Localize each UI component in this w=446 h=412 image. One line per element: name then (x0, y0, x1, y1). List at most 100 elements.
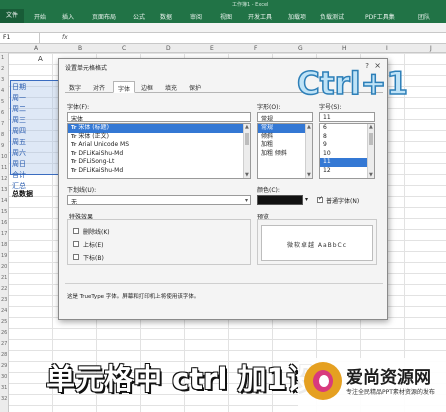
cell-sun[interactable]: 周日 (12, 159, 26, 169)
row-number[interactable]: 12 (1, 176, 7, 182)
font-list-scrollbar[interactable]: ▲ ▼ (243, 124, 250, 178)
tab-review[interactable]: 审阅 (190, 12, 202, 21)
subscript-checkbox[interactable] (73, 254, 79, 260)
row-number[interactable]: 10 (1, 154, 7, 160)
cell-fri[interactable]: 周五 (12, 137, 26, 147)
row-number[interactable]: 4 (1, 88, 4, 94)
row-number[interactable]: 3 (1, 77, 4, 83)
cell-header-a[interactable]: A (38, 55, 43, 63)
size-input[interactable]: 11 (319, 112, 375, 122)
scroll-up-icon[interactable]: ▲ (307, 124, 311, 130)
cell-thu[interactable]: 周四 (12, 126, 26, 136)
row-number[interactable]: 6 (1, 110, 4, 116)
size-list-scrollbar[interactable]: ▲ ▼ (367, 124, 374, 178)
row-number[interactable]: 27 (1, 341, 7, 347)
list-item[interactable]: 6 (320, 124, 374, 133)
row-number[interactable]: 11 (1, 165, 7, 171)
cell-tue[interactable]: 周二 (12, 104, 26, 114)
list-item[interactable]: 9 (320, 141, 374, 150)
tab-file[interactable]: 文件 (0, 9, 24, 23)
row-number[interactable]: 25 (1, 319, 7, 325)
list-item[interactable]: Tr DFLiKaiShu-Md (68, 167, 250, 176)
list-item[interactable]: Tr DFLiSong-Lt (68, 158, 250, 167)
cell-total[interactable]: 合计 (12, 170, 26, 180)
row-number[interactable]: 5 (1, 99, 4, 105)
row-number[interactable]: 16 (1, 220, 7, 226)
font-input[interactable]: 宋体 (67, 112, 251, 122)
row-number[interactable]: 22 (1, 286, 7, 292)
fx-icon[interactable]: fx (62, 33, 68, 41)
cell-sat[interactable]: 周六 (12, 148, 26, 158)
tab-font[interactable]: 字体 (113, 81, 136, 93)
row-number[interactable]: 20 (1, 264, 7, 270)
scroll-up-icon[interactable]: ▲ (245, 124, 249, 130)
row-number[interactable]: 18 (1, 242, 7, 248)
tab-protection[interactable]: 保护 (185, 81, 205, 93)
style-list[interactable]: 常规 倾斜 加粗 加粗 倾斜 ▲ ▼ (257, 123, 313, 179)
cell-wed[interactable]: 周三 (12, 115, 26, 125)
normal-font-checkbox[interactable] (317, 195, 323, 203)
list-item[interactable]: 11 (320, 158, 374, 167)
list-item[interactable]: Tr 宋体 (标题) (68, 124, 250, 133)
row-number[interactable]: 8 (1, 132, 4, 138)
style-list-scrollbar[interactable]: ▲ ▼ (305, 124, 312, 178)
scroll-down-icon[interactable]: ▼ (245, 172, 249, 178)
list-item[interactable]: 8 (320, 133, 374, 142)
cell-mon[interactable]: 周一 (12, 93, 26, 103)
cell-total-data[interactable]: 总数据 (12, 189, 33, 199)
row-number[interactable]: 15 (1, 209, 7, 215)
row-number[interactable]: 26 (1, 330, 7, 336)
row-number[interactable]: 1 (1, 55, 4, 61)
column-header[interactable]: G (298, 45, 303, 52)
list-item[interactable]: Tr 宋体 (正文) (68, 133, 250, 142)
list-item[interactable]: Tr Arial Unicode MS (68, 141, 250, 150)
color-picker[interactable] (257, 195, 303, 205)
tab-page-layout[interactable]: 页面布局 (92, 12, 116, 21)
row-number[interactable]: 30 (1, 374, 7, 380)
tab-formulas[interactable]: 公式 (133, 12, 145, 21)
list-item[interactable]: 加粗 (258, 141, 312, 150)
tab-border[interactable]: 边框 (137, 81, 157, 93)
list-item[interactable]: 12 (320, 167, 374, 176)
row-number[interactable]: 19 (1, 253, 7, 259)
tab-developer[interactable]: 开发工具 (248, 12, 272, 21)
underline-select[interactable]: 无 ▾ (67, 195, 251, 205)
cell-date[interactable]: 日期 (12, 82, 26, 92)
row-number[interactable]: 23 (1, 297, 7, 303)
tab-home[interactable]: 开始 (34, 12, 46, 21)
row-number[interactable]: 17 (1, 231, 7, 237)
superscript-checkbox[interactable] (73, 241, 79, 247)
scroll-thumb[interactable] (245, 133, 249, 145)
list-item[interactable]: 10 (320, 150, 374, 159)
list-item[interactable]: 常规 (258, 124, 312, 133)
font-list[interactable]: Tr 宋体 (标题) Tr 宋体 (正文) Tr Arial Unicode MS T… (67, 123, 251, 179)
tab-number[interactable]: 数字 (65, 81, 85, 93)
tab-view[interactable]: 视图 (220, 12, 232, 21)
tab-addins[interactable]: 加载项 (288, 12, 306, 21)
column-header[interactable]: D (166, 45, 171, 52)
column-header[interactable]: F (254, 45, 257, 52)
scroll-down-icon[interactable]: ▼ (307, 172, 311, 178)
row-number[interactable]: 13 (1, 187, 7, 193)
row-number[interactable]: 21 (1, 275, 7, 281)
row-number[interactable]: 32 (1, 396, 7, 402)
tab-insert[interactable]: 插入 (62, 12, 74, 21)
column-header[interactable]: H (342, 45, 347, 52)
tab-alignment[interactable]: 对齐 (89, 81, 109, 93)
row-number[interactable]: 28 (1, 352, 7, 358)
strikethrough-checkbox[interactable] (73, 228, 79, 234)
size-list[interactable]: 6 8 9 10 11 12 ▲ ▼ (319, 123, 375, 179)
column-header[interactable]: C (122, 45, 126, 52)
tab-data[interactable]: 数据 (160, 12, 172, 21)
row-number[interactable]: 31 (1, 385, 7, 391)
list-item[interactable]: 倾斜 (258, 133, 312, 142)
row-number[interactable]: 29 (1, 363, 7, 369)
column-header[interactable]: I (386, 45, 388, 52)
scroll-down-icon[interactable]: ▼ (369, 172, 373, 178)
column-header[interactable]: J (430, 45, 432, 52)
scroll-thumb[interactable] (369, 133, 373, 145)
style-input[interactable]: 常规 (257, 112, 313, 122)
name-box[interactable]: F1 (0, 33, 40, 43)
tab-fill[interactable]: 填充 (161, 81, 181, 93)
list-item[interactable]: Tr DFLiKaiShu-Md (68, 150, 250, 159)
